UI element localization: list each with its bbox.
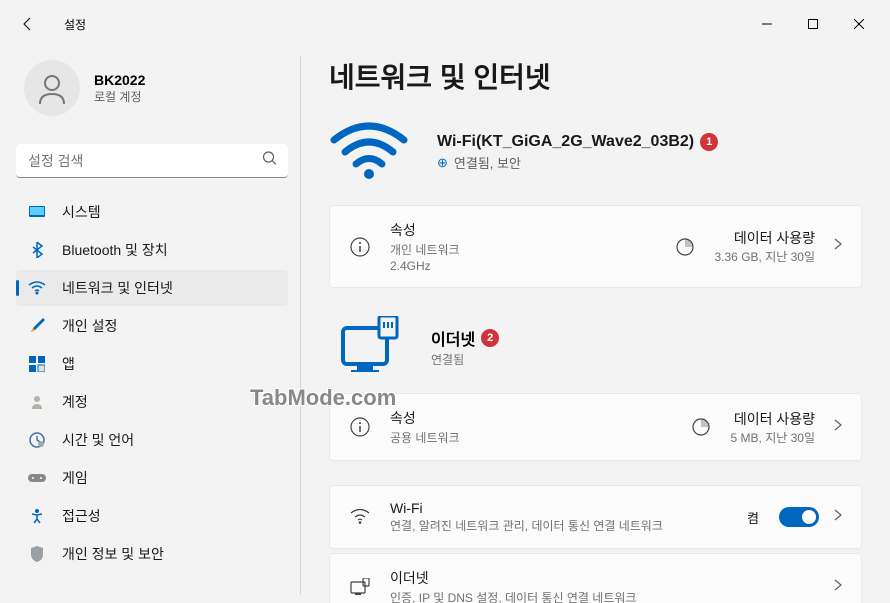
search-input[interactable] — [16, 144, 288, 178]
eth-properties-title: 속성 — [390, 408, 578, 428]
network-icon — [28, 279, 46, 297]
data-usage-icon — [673, 237, 697, 257]
ethernet-name: 이더넷 — [431, 326, 475, 350]
wifi-card-sub: 연결, 알려진 네트워크 관리, 데이터 통신 연결 네트워크 — [390, 517, 729, 534]
badge-2: 2 — [481, 329, 499, 347]
badge-1: 1 — [700, 133, 718, 151]
eth-card-sub: 인증, IP 및 DNS 설정, 데이터 통신 연결 네트워크 — [390, 589, 815, 603]
eth-data-usage-sub: 5 MB, 지난 30일 — [731, 429, 815, 446]
bluetooth-icon — [28, 241, 46, 259]
ethernet-status: 연결됨 — [431, 351, 499, 368]
properties-title: 속성 — [390, 220, 578, 240]
apps-icon — [28, 355, 46, 373]
close-button[interactable] — [836, 8, 882, 40]
info-icon — [348, 237, 372, 257]
sidebar-item-personalization[interactable]: 개인 설정 — [16, 308, 288, 344]
sidebar-item-label: 계정 — [62, 392, 88, 412]
sidebar-item-accounts[interactable]: 계정 — [16, 384, 288, 420]
profile-section[interactable]: BK2022 로컬 계정 — [16, 48, 288, 136]
minimize-button[interactable] — [744, 8, 790, 40]
wifi-name: Wi-Fi(KT_GiGA_2G_Wave2_03B2) — [437, 133, 694, 151]
chevron-right-icon — [833, 237, 843, 256]
wifi-settings-row[interactable]: Wi-Fi 연결, 알려진 네트워크 관리, 데이터 통신 연결 네트워크 켬 — [330, 486, 861, 548]
accounts-icon — [28, 393, 46, 411]
window-title: 설정 — [64, 16, 86, 33]
system-icon — [28, 203, 46, 221]
sidebar-item-network[interactable]: 네트워크 및 인터넷 — [16, 270, 288, 306]
eth-card-title: 이더넷 — [390, 568, 815, 588]
shield-icon — [28, 545, 46, 563]
ethernet-settings-row[interactable]: 이더넷 인증, IP 및 DNS 설정, 데이터 통신 연결 네트워크 — [330, 554, 861, 603]
sidebar-item-label: 개인 정보 및 보안 — [62, 544, 164, 564]
sidebar-item-label: Bluetooth 및 장치 — [62, 240, 168, 260]
data-usage-sub: 3.36 GB, 지난 30일 — [715, 248, 816, 265]
sidebar-item-bluetooth[interactable]: Bluetooth 및 장치 — [16, 232, 288, 268]
ethernet-small-icon — [348, 578, 372, 596]
sidebar-item-gaming[interactable]: 게임 — [16, 460, 288, 496]
wifi-status: 연결됨, 보안 — [454, 153, 521, 172]
eth-properties-sub: 공용 네트워크 — [390, 429, 578, 446]
sidebar-item-label: 시스템 — [62, 202, 101, 222]
maximize-button[interactable] — [790, 8, 836, 40]
chevron-right-icon — [833, 578, 843, 597]
profile-subtitle: 로컬 계정 — [94, 88, 145, 105]
clock-icon — [28, 431, 46, 449]
page-title: 네트워크 및 인터넷 — [329, 56, 862, 96]
sidebar-item-label: 네트워크 및 인터넷 — [62, 278, 173, 298]
info-icon — [348, 417, 372, 437]
eth-data-usage-title: 데이터 사용량 — [731, 409, 815, 429]
globe-icon: ⊕ — [437, 155, 448, 171]
wifi-info-card[interactable]: 속성 개인 네트워크 2.4GHz 데이터 사용량 3.36 GB, 지난 30… — [329, 205, 862, 288]
profile-name: BK2022 — [94, 72, 145, 88]
sidebar-item-system[interactable]: 시스템 — [16, 194, 288, 230]
sidebar-item-label: 접근성 — [62, 506, 101, 526]
eth-info-card[interactable]: 속성 공용 네트워크 데이터 사용량 5 MB, 지난 30일 — [329, 393, 862, 461]
wifi-card-title: Wi-Fi — [390, 500, 729, 516]
sidebar-item-label: 시간 및 언어 — [62, 430, 134, 450]
wifi-toggle[interactable] — [779, 507, 819, 527]
sidebar-item-time-language[interactable]: 시간 및 언어 — [16, 422, 288, 458]
wifi-small-icon — [348, 509, 372, 525]
ethernet-icon — [339, 316, 403, 377]
brush-icon — [28, 317, 46, 335]
sidebar-item-label: 앱 — [62, 354, 75, 374]
chevron-right-icon — [833, 418, 843, 437]
wifi-icon — [329, 120, 409, 185]
sidebar-item-apps[interactable]: 앱 — [16, 346, 288, 382]
toggle-label: 켬 — [747, 508, 759, 527]
chevron-right-icon — [833, 508, 843, 527]
properties-sub2: 2.4GHz — [390, 259, 578, 273]
avatar — [24, 60, 80, 116]
search-icon — [262, 151, 278, 172]
accessibility-icon — [28, 507, 46, 525]
sidebar-item-privacy[interactable]: 개인 정보 및 보안 — [16, 536, 288, 572]
gaming-icon — [28, 469, 46, 487]
data-usage-title: 데이터 사용량 — [715, 228, 816, 248]
properties-sub: 개인 네트워크 — [390, 241, 578, 258]
sidebar-item-accessibility[interactable]: 접근성 — [16, 498, 288, 534]
sidebar-item-label: 개인 설정 — [62, 316, 117, 336]
data-usage-icon — [689, 417, 713, 437]
back-button[interactable] — [8, 4, 48, 44]
sidebar-item-label: 게임 — [62, 468, 88, 488]
